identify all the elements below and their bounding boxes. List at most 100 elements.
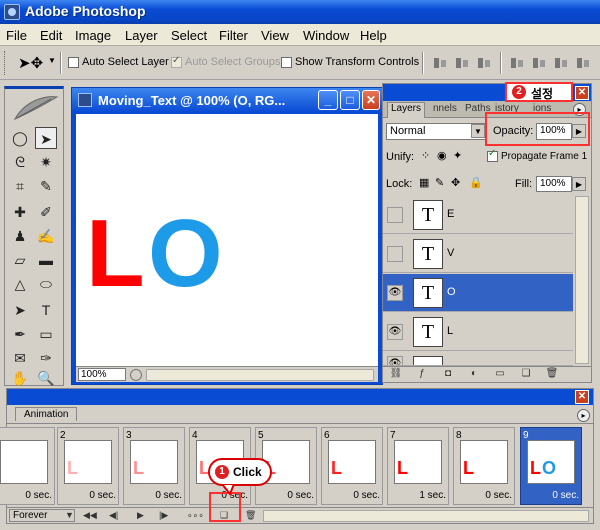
- layer-row-selected[interactable]: 👁 T O: [383, 274, 573, 312]
- frame-delay[interactable]: 0 sec.: [0, 490, 52, 501]
- animation-frame[interactable]: 8 L 0 sec.: [453, 427, 515, 505]
- eye-visibility-icon[interactable]: 👁: [387, 285, 403, 301]
- align-right-icon[interactable]: [554, 56, 568, 70]
- layers-vertical-scrollbar[interactable]: [575, 196, 589, 364]
- frame-delay[interactable]: 1 sec.: [390, 490, 446, 501]
- clone-stamp-tool-icon[interactable]: ♟: [9, 225, 31, 247]
- magic-wand-tool-icon[interactable]: ✷: [35, 151, 57, 173]
- eyedropper-tool-icon[interactable]: ✑: [35, 347, 57, 369]
- layer-row[interactable]: 👁 T L: [383, 313, 573, 351]
- unify-visibility-icon[interactable]: ◉: [437, 149, 447, 162]
- layer-row-partial[interactable]: 👁: [383, 352, 573, 366]
- blend-mode-dropdown-icon[interactable]: ▼: [471, 124, 485, 138]
- link-layers-icon[interactable]: ⛓: [389, 368, 403, 381]
- type-tool-icon[interactable]: T: [35, 299, 57, 321]
- layer-style-icon[interactable]: ƒ: [415, 368, 429, 381]
- tab-layers[interactable]: Layers: [387, 102, 426, 118]
- show-transform-controls-checkbox[interactable]: [281, 57, 292, 68]
- lock-image-icon[interactable]: ✎: [435, 176, 444, 189]
- new-layer-icon[interactable]: ❏: [519, 368, 533, 381]
- adjustment-layer-icon[interactable]: ◐: [467, 368, 481, 381]
- previous-frame-icon[interactable]: ◀|: [109, 510, 118, 521]
- crop-tool-icon[interactable]: ⌗: [9, 175, 31, 197]
- align-bottom-icon[interactable]: [477, 56, 491, 70]
- menu-filter[interactable]: Filter: [219, 28, 248, 43]
- visibility-toggle[interactable]: [387, 246, 403, 262]
- hand-tool-icon[interactable]: ✋: [9, 367, 31, 389]
- shape-tool-icon[interactable]: ▭: [35, 323, 57, 345]
- menu-help[interactable]: Help: [360, 28, 387, 43]
- lock-position-icon[interactable]: ✥: [451, 176, 460, 189]
- layers-panel-close-icon[interactable]: ✕: [575, 86, 589, 100]
- frames-horizontal-scrollbar[interactable]: [263, 510, 589, 522]
- history-brush-tool-icon[interactable]: ✍: [35, 225, 57, 247]
- menu-view[interactable]: View: [261, 28, 289, 43]
- tool-preset-dropdown-icon[interactable]: ▼: [48, 56, 56, 65]
- tab-channels[interactable]: nnels: [433, 103, 457, 114]
- minimize-button[interactable]: _: [318, 90, 338, 110]
- document-canvas[interactable]: L O: [76, 114, 378, 366]
- animation-panel-titlebar[interactable]: [7, 389, 593, 405]
- animation-panel-menu-icon[interactable]: ▸: [577, 409, 590, 422]
- slice-tool-icon[interactable]: ✎: [35, 175, 57, 197]
- play-icon[interactable]: ▶: [137, 510, 144, 521]
- document-title-bar[interactable]: Moving_Text @ 100% (O, RG... _ □ ✕: [72, 88, 382, 112]
- menu-select[interactable]: Select: [171, 28, 207, 43]
- unify-style-icon[interactable]: ✦: [453, 149, 462, 162]
- menu-file[interactable]: File: [6, 28, 27, 43]
- animation-frame-selected[interactable]: 9 L O 0 sec.: [520, 427, 582, 505]
- animation-frame[interactable]: 3 L 0 sec.: [123, 427, 185, 505]
- tween-icon[interactable]: ∘∘∘: [187, 510, 204, 521]
- maximize-button[interactable]: □: [340, 90, 360, 110]
- zoom-field[interactable]: 100%: [78, 368, 126, 381]
- move-tool-icon[interactable]: ➤✥: [18, 54, 43, 72]
- frame-delay[interactable]: 0 sec.: [523, 490, 579, 501]
- status-menu-icon[interactable]: [130, 369, 142, 381]
- align-left-icon[interactable]: [510, 56, 524, 70]
- path-selection-tool-icon[interactable]: ➤: [9, 299, 31, 321]
- eraser-tool-icon[interactable]: ▱: [9, 249, 31, 271]
- layer-row[interactable]: T E: [383, 196, 573, 234]
- zoom-tool-icon[interactable]: 🔍: [35, 367, 57, 389]
- fill-slider-arrow-icon[interactable]: ▶: [572, 177, 586, 191]
- close-button[interactable]: ✕: [362, 90, 380, 110]
- tab-animation[interactable]: Animation: [15, 407, 78, 421]
- frame-delay[interactable]: 0 sec.: [60, 490, 116, 501]
- auto-select-layer-checkbox[interactable]: [68, 57, 79, 68]
- loop-dropdown-icon[interactable]: ▼: [65, 510, 74, 520]
- menu-image[interactable]: Image: [75, 28, 111, 43]
- new-group-icon[interactable]: ▭: [493, 368, 507, 381]
- animation-frame[interactable]: 2 L 0 sec.: [57, 427, 119, 505]
- pen-tool-icon[interactable]: ✒: [9, 323, 31, 345]
- eye-visibility-icon[interactable]: 👁: [387, 356, 403, 365]
- move-tool-icon[interactable]: ➤: [35, 127, 57, 149]
- distribute-icon[interactable]: [576, 56, 590, 70]
- gradient-tool-icon[interactable]: ▬: [35, 249, 57, 271]
- animation-panel-close-icon[interactable]: ✕: [575, 390, 589, 404]
- delete-layer-icon[interactable]: 🗑: [545, 368, 559, 381]
- menu-window[interactable]: Window: [303, 28, 349, 43]
- layer-row[interactable]: T V: [383, 235, 573, 273]
- eye-visibility-icon[interactable]: 👁: [387, 324, 403, 340]
- frame-delay[interactable]: 0 sec.: [126, 490, 182, 501]
- animation-frame[interactable]: 0 sec.: [0, 427, 55, 505]
- dodge-tool-icon[interactable]: ⬭: [35, 273, 57, 295]
- delete-frame-icon[interactable]: 🗑: [245, 510, 256, 521]
- healing-brush-tool-icon[interactable]: ✚: [9, 201, 31, 223]
- frame-delay[interactable]: 0 sec.: [456, 490, 512, 501]
- lasso-tool-icon[interactable]: ᘓ: [9, 151, 31, 173]
- options-grip[interactable]: [4, 51, 7, 75]
- visibility-toggle[interactable]: [387, 207, 403, 223]
- menu-layer[interactable]: Layer: [125, 28, 158, 43]
- animation-frame[interactable]: 6 L 0 sec.: [321, 427, 383, 505]
- align-vertical-center-icon[interactable]: [455, 56, 469, 70]
- align-horizontal-center-icon[interactable]: [532, 56, 546, 70]
- menu-edit[interactable]: Edit: [40, 28, 62, 43]
- first-frame-icon[interactable]: ◀◀: [83, 510, 97, 521]
- next-frame-icon[interactable]: |▶: [159, 510, 168, 521]
- unify-position-icon[interactable]: ⁘: [421, 149, 430, 162]
- brush-tool-icon[interactable]: ✐: [35, 201, 57, 223]
- animation-frame[interactable]: 7 L 1 sec.: [387, 427, 449, 505]
- feather-logo-icon[interactable]: [11, 93, 59, 123]
- frame-delay[interactable]: 0 sec.: [258, 490, 314, 501]
